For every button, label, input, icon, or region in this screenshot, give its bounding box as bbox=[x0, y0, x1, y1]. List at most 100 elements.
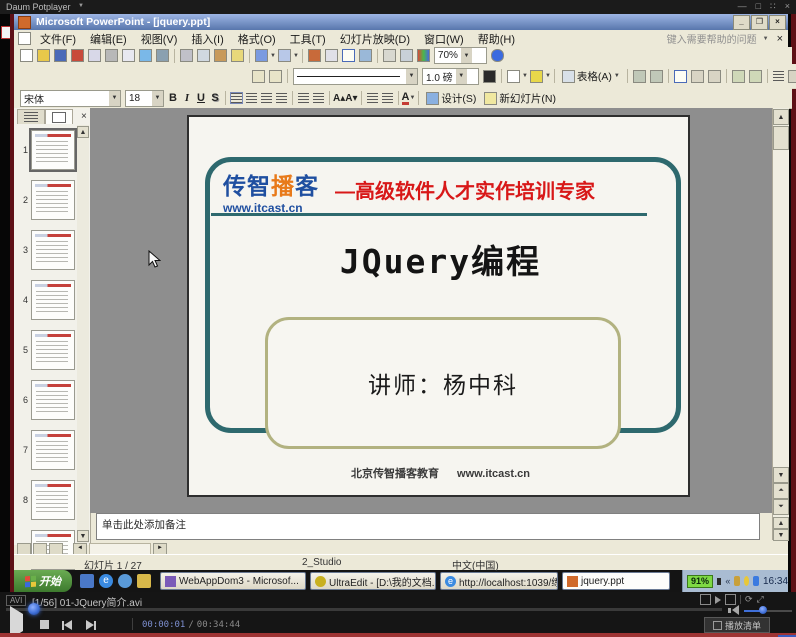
font-color-icon[interactable]: A bbox=[402, 92, 410, 105]
volume-icon[interactable] bbox=[728, 605, 739, 615]
center-vertically-icon[interactable] bbox=[691, 70, 704, 83]
editor-vscrollbar[interactable]: ▲ ▼ ⏶ ⏷ ▲ ▼ bbox=[772, 108, 789, 540]
menubar-close-icon[interactable]: × bbox=[777, 33, 783, 45]
previous-slide-icon[interactable]: ⏶ bbox=[773, 483, 789, 499]
new-slide-button[interactable]: 新幻灯片(N) bbox=[480, 90, 560, 107]
italic-button[interactable]: I bbox=[180, 92, 194, 104]
shadow-button[interactable]: S bbox=[208, 92, 222, 104]
paste-icon[interactable] bbox=[214, 49, 227, 62]
merge-cells-icon[interactable] bbox=[633, 70, 646, 83]
menu-tools[interactable]: 工具(T) bbox=[283, 30, 333, 48]
menu-file[interactable]: 文件(F) bbox=[33, 30, 83, 48]
panel-close-icon[interactable]: × bbox=[81, 111, 87, 122]
notes-scroll-up-icon[interactable]: ▲ bbox=[773, 517, 789, 529]
fill-dropdown-icon[interactable]: ▼ bbox=[545, 73, 551, 79]
outline-tab[interactable] bbox=[17, 109, 45, 124]
ppt-minimize-icon[interactable]: _ bbox=[733, 15, 750, 30]
task-ultraedit[interactable]: UltraEdit - [D:\我的文档... bbox=[310, 572, 436, 590]
zoom-select[interactable]: 70%▼ bbox=[434, 47, 487, 64]
menu-slideshow[interactable]: 幻灯片放映(D) bbox=[333, 30, 417, 48]
grid-icon[interactable] bbox=[400, 49, 413, 62]
align-top-icon[interactable] bbox=[674, 70, 687, 83]
scroll-thumb[interactable] bbox=[773, 126, 789, 150]
notes-pane[interactable]: 单击此处添加备注 bbox=[96, 513, 760, 540]
decrease-indent-icon[interactable] bbox=[367, 93, 378, 103]
undo-dropdown-icon[interactable]: ▼ bbox=[270, 53, 276, 59]
player-close-icon[interactable]: × bbox=[785, 1, 790, 12]
line-weight-select[interactable]: 1.0 磅▼ bbox=[422, 68, 479, 85]
align-bottom-icon[interactable] bbox=[708, 70, 721, 83]
potplayer-title[interactable]: Daum Potplayer bbox=[6, 2, 71, 12]
tray-messenger-icon[interactable] bbox=[744, 576, 750, 586]
slide-thumbnail[interactable] bbox=[31, 480, 75, 520]
bold-button[interactable]: B bbox=[166, 92, 180, 104]
increase-indent-icon[interactable] bbox=[382, 93, 393, 103]
insert-chart-icon[interactable] bbox=[308, 49, 321, 62]
align-left-icon[interactable] bbox=[231, 93, 242, 103]
scroll-up-icon[interactable]: ▲ bbox=[773, 109, 789, 125]
menu-window[interactable]: 窗口(W) bbox=[417, 30, 471, 48]
outside-border-icon[interactable] bbox=[507, 70, 520, 83]
status-design-template[interactable]: 2_Studio bbox=[302, 557, 341, 568]
bullets-icon[interactable] bbox=[313, 93, 324, 103]
taskbar-clock[interactable]: 16:34 bbox=[763, 576, 788, 587]
copy-icon[interactable] bbox=[197, 49, 210, 62]
preview-play-icon[interactable] bbox=[715, 596, 721, 604]
menu-format[interactable]: 格式(O) bbox=[231, 30, 283, 48]
slide-thumbnail[interactable] bbox=[31, 230, 75, 270]
volume-knob[interactable] bbox=[759, 606, 767, 614]
decrease-font-icon[interactable]: A▾ bbox=[345, 93, 357, 104]
browser-quicklaunch-icon[interactable] bbox=[118, 574, 132, 588]
slide-thumbnail[interactable] bbox=[31, 430, 75, 470]
undo-icon[interactable] bbox=[255, 49, 268, 62]
font-size-select[interactable]: 18▼ bbox=[125, 90, 164, 107]
player-pin-icon[interactable]: ∷ bbox=[770, 1, 776, 12]
underline-button[interactable]: U bbox=[194, 92, 208, 104]
align-center-icon[interactable] bbox=[246, 93, 257, 103]
redo-dropdown-icon[interactable]: ▼ bbox=[293, 53, 299, 59]
loop-icon[interactable]: ⟳ bbox=[745, 594, 753, 605]
table-option-icon[interactable] bbox=[788, 70, 796, 83]
save-icon[interactable] bbox=[54, 49, 67, 62]
print-icon[interactable] bbox=[105, 49, 118, 62]
menu-edit[interactable]: 编辑(E) bbox=[83, 30, 134, 48]
start-button[interactable]: 开始 bbox=[14, 570, 72, 592]
new-icon[interactable] bbox=[20, 49, 33, 62]
distribute-text-icon[interactable] bbox=[276, 93, 287, 103]
email-icon[interactable] bbox=[88, 49, 101, 62]
draw-table-icon[interactable] bbox=[252, 70, 265, 83]
battery-indicator[interactable]: 91% bbox=[687, 575, 713, 588]
font-select[interactable]: 宋体▼ bbox=[20, 90, 121, 107]
border-dropdown-icon[interactable]: ▼ bbox=[522, 73, 528, 79]
border-color-icon[interactable] bbox=[483, 70, 496, 83]
potplayer-menu-arrow-icon[interactable]: ▼ bbox=[78, 3, 84, 9]
playlist-button[interactable]: 播放清单 bbox=[704, 617, 770, 633]
seek-bar[interactable] bbox=[6, 608, 722, 611]
task-jquery-ppt[interactable]: jquery.ppt bbox=[562, 572, 670, 590]
task-webappdom3[interactable]: WebAppDom3 - Microsof... bbox=[160, 572, 306, 590]
slide-thumbnail[interactable] bbox=[31, 280, 75, 320]
distribute-columns-icon[interactable] bbox=[749, 70, 762, 83]
slide-thumbnail[interactable] bbox=[31, 180, 75, 220]
permission-icon[interactable] bbox=[71, 49, 84, 62]
table-menu-button[interactable]: 表格(A)▼ bbox=[558, 68, 624, 85]
align-right-icon[interactable] bbox=[261, 93, 272, 103]
play-button[interactable] bbox=[10, 614, 23, 632]
ppt-close-icon[interactable]: × bbox=[769, 15, 786, 30]
tray-network-icon[interactable] bbox=[753, 576, 759, 586]
thumb-scroll-up-icon[interactable]: ▲ bbox=[77, 126, 89, 138]
menu-help[interactable]: 帮助(H) bbox=[471, 30, 522, 48]
slide-thumbnail[interactable] bbox=[31, 330, 75, 370]
numbering-icon[interactable] bbox=[298, 93, 309, 103]
notes-scroll-down-icon[interactable]: ▼ bbox=[773, 529, 789, 541]
help-icon[interactable] bbox=[491, 49, 504, 62]
thumb-scroll-down-icon[interactable]: ▼ bbox=[77, 530, 89, 542]
next-button[interactable] bbox=[86, 620, 96, 630]
format-painter-icon[interactable] bbox=[231, 49, 244, 62]
formatting-marks-icon[interactable] bbox=[383, 49, 396, 62]
player-maximize-icon[interactable]: □ bbox=[756, 1, 761, 12]
split-cells-icon[interactable] bbox=[650, 70, 663, 83]
tray-collapse-icon[interactable]: « bbox=[725, 576, 730, 586]
redo-icon[interactable] bbox=[278, 49, 291, 62]
media-quicklaunch-icon[interactable] bbox=[137, 574, 151, 588]
